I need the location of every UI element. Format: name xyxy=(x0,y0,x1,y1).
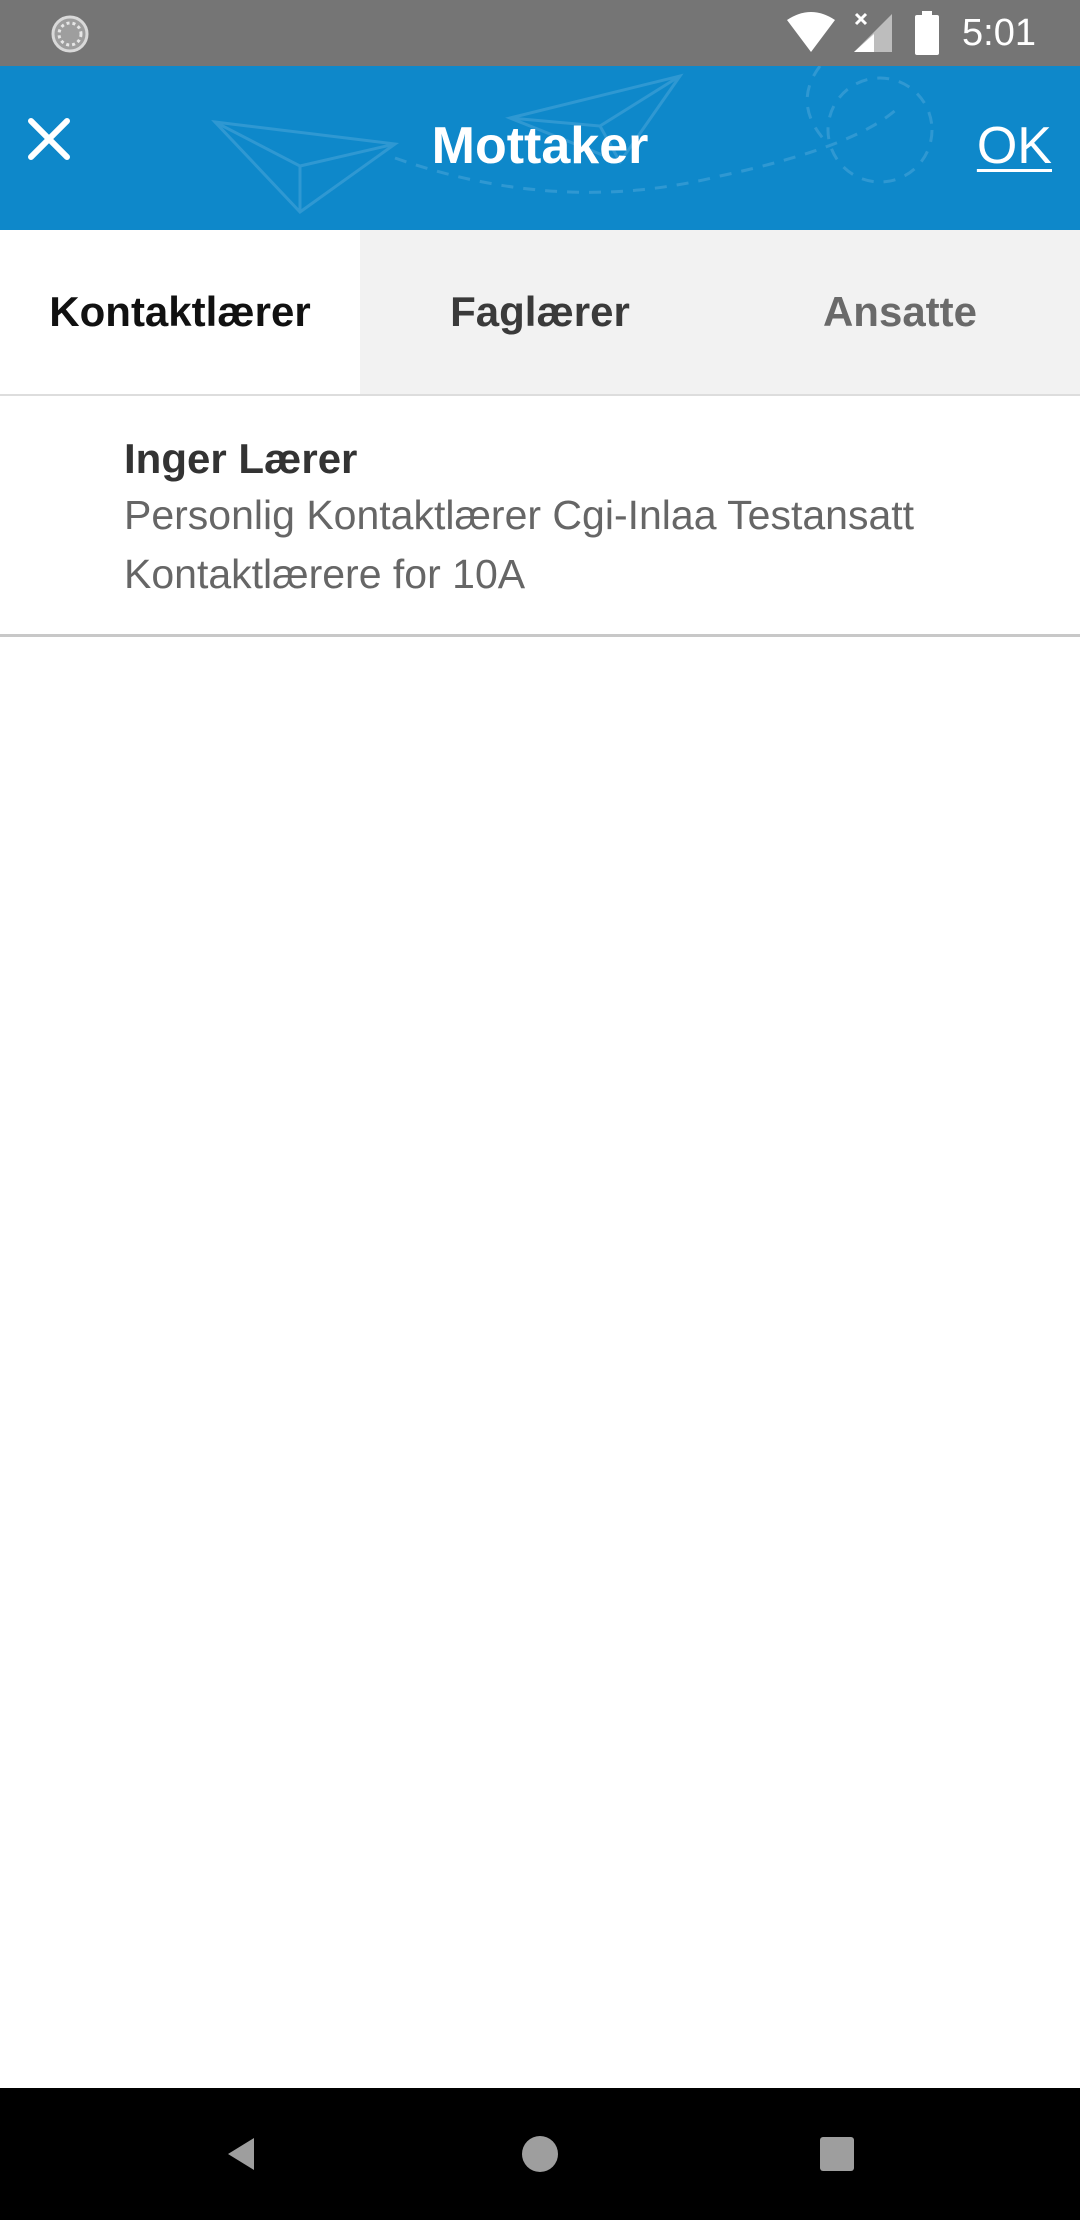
sync-icon xyxy=(51,15,89,53)
status-bar: 5:01 xyxy=(0,0,1080,66)
home-icon xyxy=(522,2136,558,2172)
recipient-name: Inger Lærer xyxy=(124,435,358,482)
ok-button[interactable]: OK xyxy=(977,116,1052,176)
tab-kontaktlaerer[interactable]: Kontaktlærer xyxy=(0,230,360,394)
tab-ansatte[interactable]: Ansatte xyxy=(720,230,1080,394)
home-button[interactable] xyxy=(500,2114,580,2194)
battery-icon xyxy=(915,11,939,55)
recipient-list: Inger Lærer Personlig Kontaktlærer Cgi-I… xyxy=(0,396,1080,637)
recents-icon xyxy=(820,2137,854,2171)
cellular-no-signal-icon xyxy=(854,12,892,52)
tab-faglaerer[interactable]: Faglærer xyxy=(360,230,720,394)
page-title: Mottaker xyxy=(431,117,649,175)
navigation-bar xyxy=(0,2088,1080,2220)
back-button[interactable] xyxy=(202,2114,282,2194)
recipient-group: Kontaktlærere for 10A xyxy=(124,551,526,597)
recipient-tabs: Kontaktlærer Faglærer Ansatte xyxy=(0,230,1080,396)
back-icon xyxy=(228,2138,254,2170)
status-time: 5:01 xyxy=(962,12,1036,54)
app-bar: Mottaker OK xyxy=(0,66,1080,230)
wifi-icon xyxy=(787,12,835,52)
recipient-role: Personlig Kontaktlærer Cgi-Inlaa Testans… xyxy=(124,492,915,538)
list-item[interactable]: Inger Lærer Personlig Kontaktlærer Cgi-I… xyxy=(0,396,1080,637)
recents-button[interactable] xyxy=(797,2114,877,2194)
